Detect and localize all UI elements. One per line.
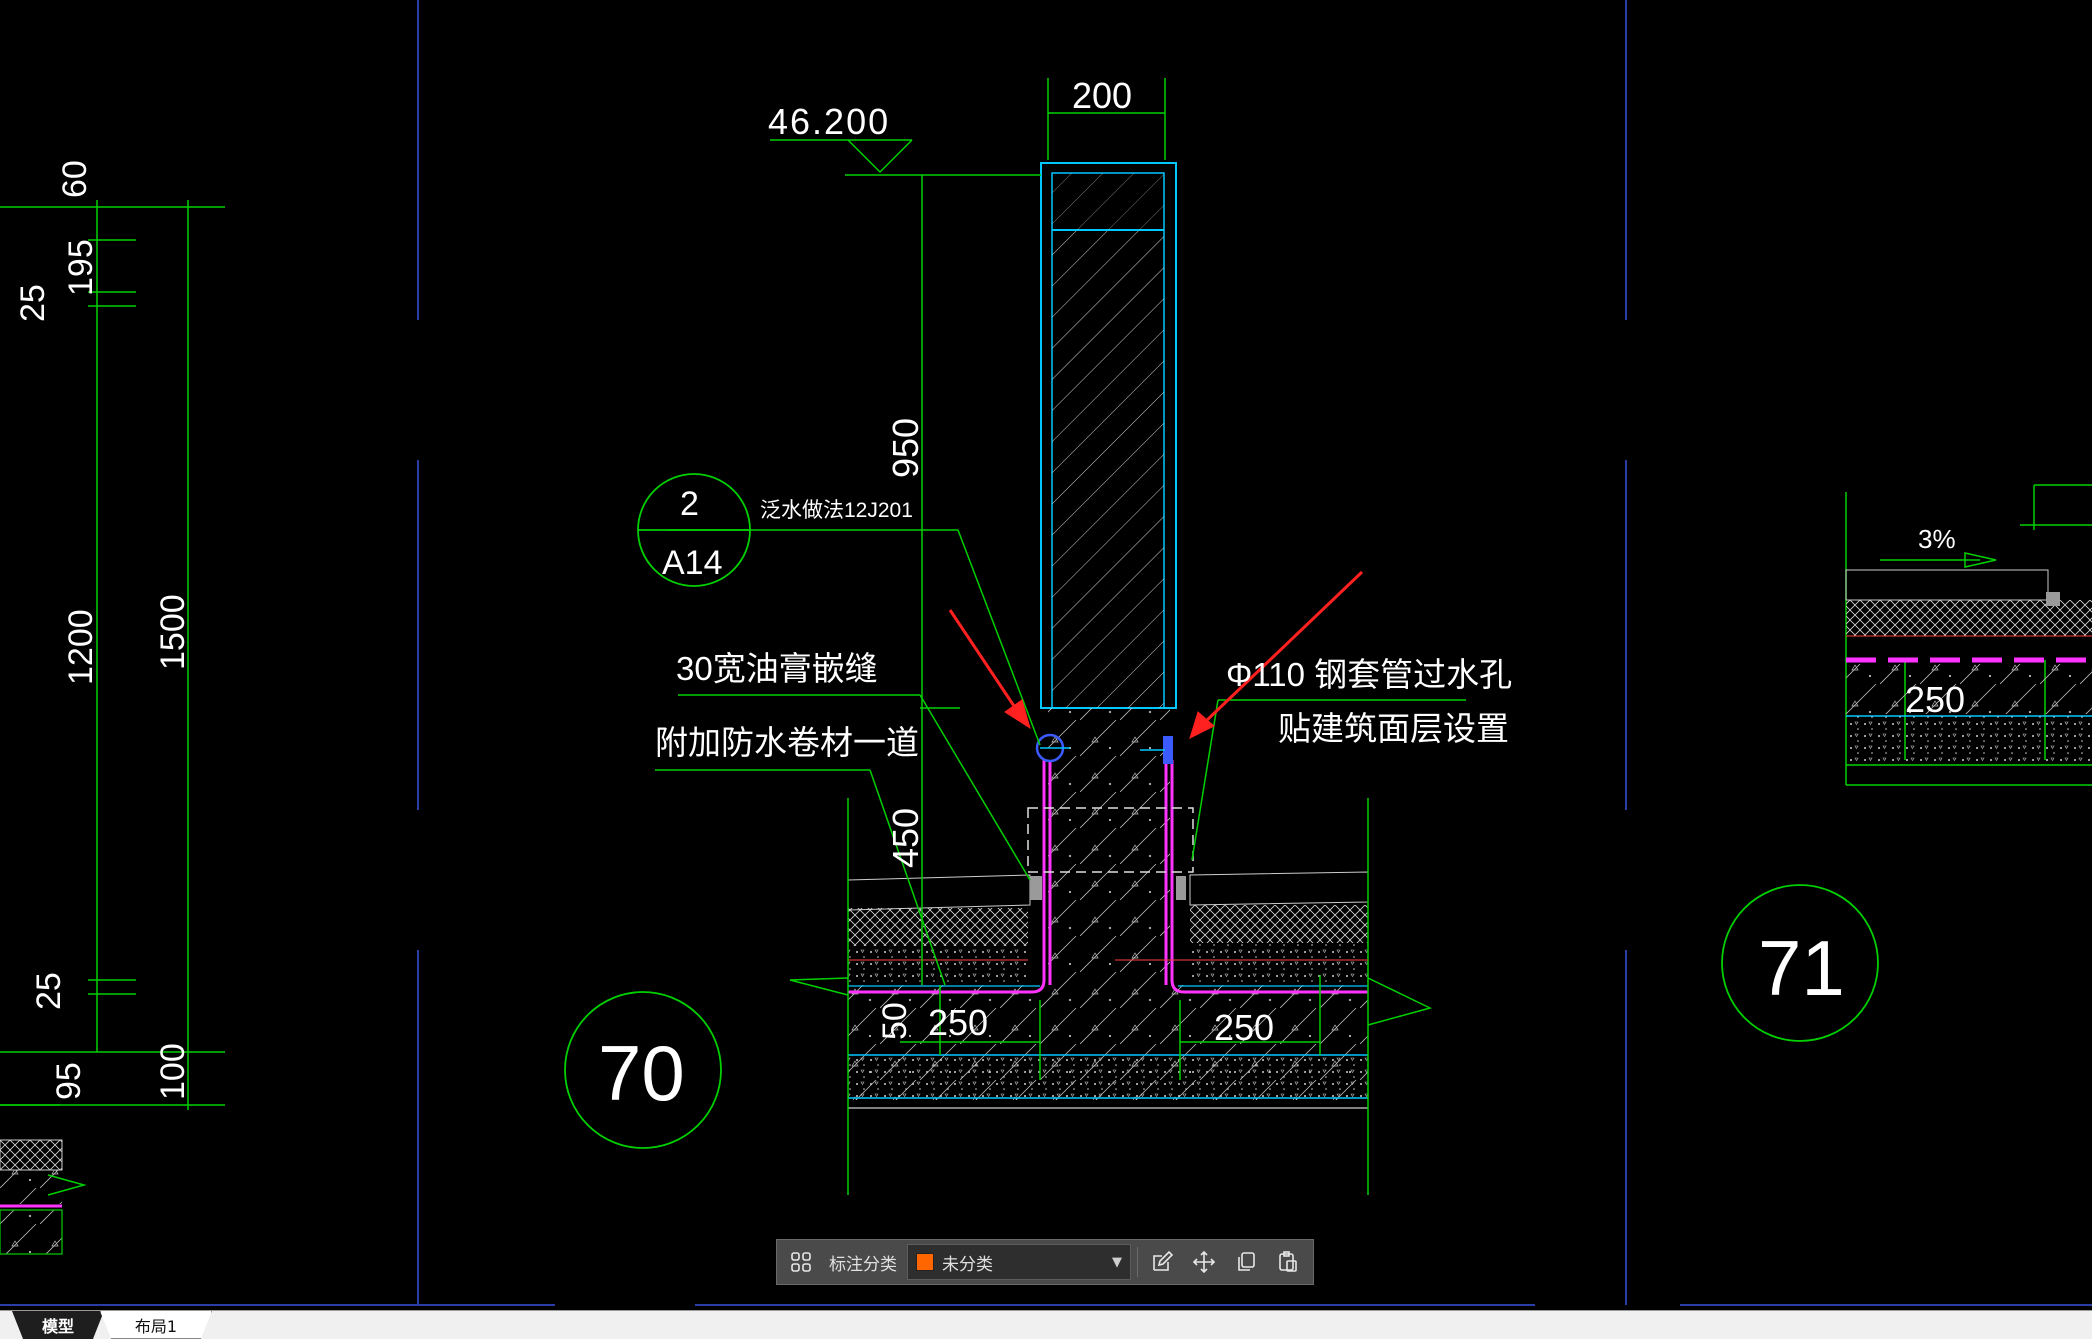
dim-95: 95 bbox=[50, 1062, 88, 1100]
note-membrane: 附加防水卷材一道 bbox=[655, 724, 919, 761]
paste-icon[interactable] bbox=[1270, 1244, 1306, 1280]
tab-model[interactable]: 模型 bbox=[12, 1311, 104, 1339]
annotation-toolbar: 标注分类 未分类 ▼ bbox=[776, 1239, 1314, 1285]
dim-60: 60 bbox=[56, 160, 94, 198]
layout-tab-bar: 模型 布局1 bbox=[0, 1310, 2092, 1339]
elevation-label: 46.200 bbox=[768, 101, 890, 142]
dim-parapet-height: 950 bbox=[885, 418, 926, 478]
note-pipe-2: 贴建筑面层设置 bbox=[1278, 710, 1509, 747]
viewport-borders bbox=[0, 0, 2092, 1306]
right-slope-label: 3% bbox=[1918, 524, 1956, 554]
dim-1500: 1500 bbox=[154, 594, 192, 670]
dim-right-width: 250 bbox=[1214, 1007, 1274, 1048]
grid-icon[interactable] bbox=[783, 1244, 819, 1280]
copy-icon[interactable] bbox=[1228, 1244, 1264, 1280]
dim-195: 195 bbox=[62, 239, 100, 296]
detail-70-label: 70 bbox=[598, 1029, 685, 1117]
ref-note: 泛水做法12J201 bbox=[760, 499, 913, 522]
cad-viewer: 60 195 25 1200 1500 25 95 100 46.200 200… bbox=[0, 0, 2092, 1339]
dim-25b: 25 bbox=[30, 972, 68, 1010]
right-detail: 3% 250 bbox=[1845, 484, 2092, 786]
dim-1200: 1200 bbox=[62, 609, 100, 685]
callout-number: 2 bbox=[680, 485, 699, 523]
tab-layout1[interactable]: 布局1 bbox=[100, 1311, 212, 1339]
note-joint: 30宽油膏嵌缝 bbox=[676, 650, 878, 687]
dim-base-height: 450 bbox=[885, 808, 926, 868]
dim-wall-width: 200 bbox=[1072, 75, 1132, 116]
category-select-value: 未分类 bbox=[942, 1254, 993, 1275]
drawing-canvas[interactable]: 60 195 25 1200 1500 25 95 100 46.200 200… bbox=[0, 0, 2092, 1310]
annotation-category-label: 标注分类 bbox=[829, 1254, 897, 1275]
right-width-label: 250 bbox=[1905, 679, 1965, 720]
detail-71-label: 71 bbox=[1758, 924, 1845, 1012]
note-pipe-1: Φ110 钢套管过水孔 bbox=[1226, 656, 1512, 693]
category-color-swatch bbox=[916, 1253, 934, 1271]
dim-100: 100 bbox=[154, 1043, 192, 1100]
chevron-down-icon: ▼ bbox=[1112, 1254, 1122, 1270]
edit-icon[interactable] bbox=[1144, 1244, 1180, 1280]
dim-left-width: 250 bbox=[928, 1002, 988, 1043]
left-slab-fragment bbox=[0, 1139, 87, 1255]
dim-25a: 25 bbox=[14, 284, 52, 322]
move-icon[interactable] bbox=[1186, 1244, 1222, 1280]
toolbar-divider bbox=[1137, 1247, 1138, 1277]
category-select[interactable]: 未分类 ▼ bbox=[907, 1244, 1131, 1280]
dim-slab: 50 bbox=[876, 1002, 914, 1040]
left-detail-texts: 60 195 25 1200 1500 25 95 100 bbox=[14, 160, 192, 1100]
callout-sheet: A14 bbox=[662, 544, 723, 582]
